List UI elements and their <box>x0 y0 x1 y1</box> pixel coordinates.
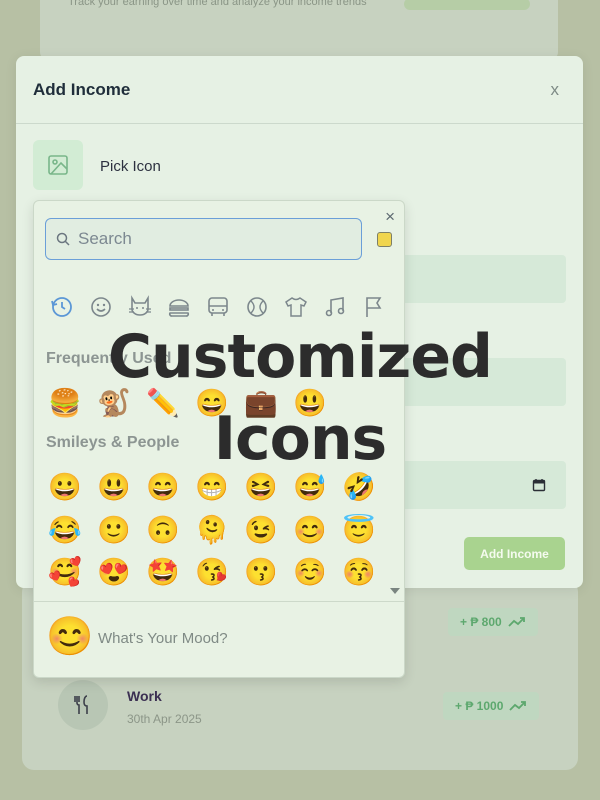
search-icon <box>56 232 70 246</box>
smileys-row: 🥰 😍 🤩 😘 😗 ☺️ 😚 <box>48 556 376 588</box>
emoji-item[interactable]: 😉 <box>244 514 278 546</box>
emoji-item[interactable]: 😃 <box>97 471 131 503</box>
emoji-item[interactable]: 🤩 <box>146 556 180 588</box>
modal-title: Add Income <box>33 80 131 99</box>
pick-icon-label: Pick Icon <box>100 158 161 175</box>
skin-tone-selector[interactable] <box>377 232 392 247</box>
emoji-item[interactable]: 🤣 <box>342 471 376 503</box>
mood-preview-text: What's Your Mood? <box>98 630 228 647</box>
mood-preview-emoji: 😊 <box>46 616 94 658</box>
emoji-item[interactable]: 😆 <box>244 471 278 503</box>
symbols-icon[interactable] <box>321 293 349 321</box>
amount-text: + ₱ 1000 <box>455 699 504 713</box>
category-tabs <box>48 293 388 321</box>
food-icon[interactable] <box>165 293 193 321</box>
smileys-row: 😂 🙂 🙃 🫠 😉 😊 😇 <box>48 514 376 546</box>
pick-icon-button[interactable] <box>33 140 83 190</box>
trend-up-icon <box>508 617 525 627</box>
animal-icon[interactable] <box>126 293 154 321</box>
smileys-row: 😀 😃 😄 😁 😆 😅 🤣 <box>48 471 376 503</box>
add-income-button[interactable]: Add Income <box>464 537 565 570</box>
emoji-item[interactable]: 😇 <box>342 514 376 546</box>
trend-up-icon <box>509 701 527 711</box>
objects-icon[interactable] <box>282 293 310 321</box>
emoji-item[interactable]: ☺️ <box>293 556 327 588</box>
picker-footer-divider <box>34 601 404 602</box>
emoji-search-input[interactable] <box>76 228 340 250</box>
flags-icon[interactable] <box>360 293 388 321</box>
emoji-item[interactable]: 😄 <box>146 471 180 503</box>
summary-button[interactable] <box>404 0 530 10</box>
emoji-item[interactable]: 😁 <box>195 471 229 503</box>
emoji-item[interactable]: 😘 <box>195 556 229 588</box>
income-source-field[interactable] <box>401 255 566 303</box>
emoji-item[interactable]: 🙂 <box>97 514 131 546</box>
scroll-down-arrow[interactable] <box>390 588 400 594</box>
image-icon <box>48 155 68 175</box>
activity-icon[interactable] <box>243 293 271 321</box>
emoji-item[interactable]: 😚 <box>342 556 376 588</box>
emoji-item[interactable]: 😅 <box>293 471 327 503</box>
entry-title: Work <box>127 688 162 704</box>
smiley-icon[interactable] <box>87 293 115 321</box>
entry-date: 30th Apr 2025 <box>127 712 202 726</box>
emoji-item[interactable]: 😍 <box>97 556 131 588</box>
travel-icon[interactable] <box>204 293 232 321</box>
amount-text: + ₱ 800 <box>460 615 502 629</box>
fork-knife-icon <box>58 680 108 730</box>
recent-icon[interactable] <box>48 293 76 321</box>
emoji-item[interactable]: 🥰 <box>48 556 82 588</box>
overlay-title-line1: Customized <box>107 322 493 392</box>
emoji-item[interactable]: 😂 <box>48 514 82 546</box>
emoji-item[interactable]: 🙃 <box>146 514 180 546</box>
emoji-item[interactable]: 😀 <box>48 471 82 503</box>
income-amount-badge: + ₱ 800 <box>448 608 538 636</box>
summary-subtitle: Track your earning over time and analyze… <box>68 0 367 8</box>
picker-close-button[interactable]: × <box>385 207 395 227</box>
modal-close-button[interactable]: x <box>551 80 560 100</box>
emoji-item[interactable]: 🫠 <box>195 514 229 546</box>
calendar-icon[interactable] <box>532 478 546 492</box>
overlay-title-line2: Icons <box>213 404 388 474</box>
emoji-item[interactable]: 😗 <box>244 556 278 588</box>
emoji-search-box[interactable] <box>45 218 362 260</box>
emoji-item[interactable]: 😊 <box>293 514 327 546</box>
modal-divider <box>16 123 583 124</box>
income-amount-badge: + ₱ 1000 <box>443 692 540 720</box>
